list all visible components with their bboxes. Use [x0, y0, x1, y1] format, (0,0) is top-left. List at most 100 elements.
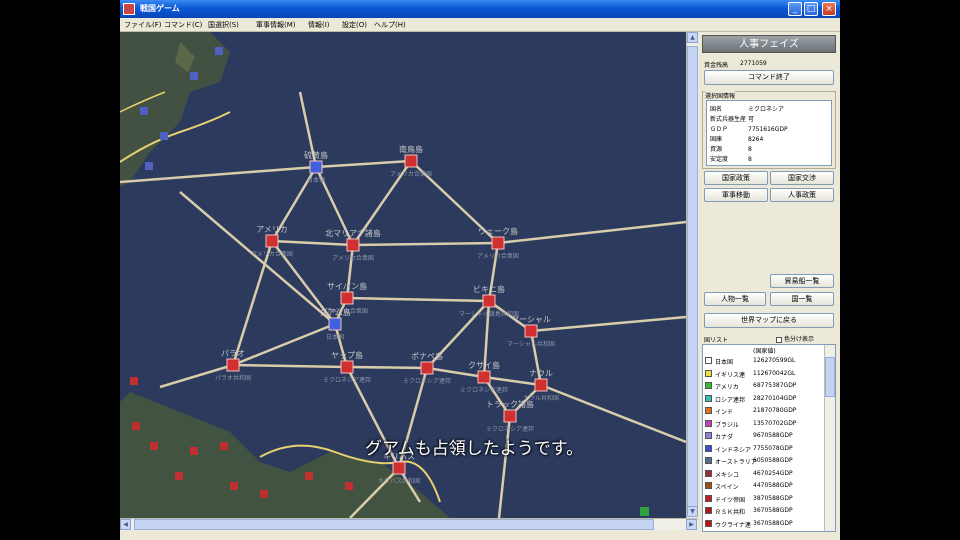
territory-marker[interactable] [346, 238, 360, 252]
landmass-japan [120, 32, 230, 187]
scroll-right-icon[interactable]: ▶ [686, 519, 697, 530]
color-display-label: 色分け表示 [784, 336, 815, 343]
country-name: イギリス連 [715, 371, 746, 379]
country-list-item[interactable]: ロシア連邦 28270104GDP [705, 393, 823, 405]
country-gdp: 68775387GDP [753, 382, 797, 389]
list-header-label: (国家値) [753, 348, 776, 355]
territory-node[interactable]: グアム島日本国 [319, 307, 350, 341]
title-bar[interactable]: 戦国ゲーム _ □ × [120, 0, 840, 18]
end-command-button[interactable]: コマンド終了 [704, 70, 834, 85]
country-list-scroll-thumb[interactable] [825, 357, 835, 397]
territory-marker[interactable] [226, 358, 240, 372]
menu-command[interactable]: コマンド(C) [164, 20, 202, 30]
territory-marker[interactable] [491, 236, 505, 250]
territory-marker[interactable] [340, 291, 354, 305]
scroll-thumb-horizontal[interactable] [134, 519, 654, 530]
territory-node[interactable]: マーシャルマーシャル共和国 [507, 315, 555, 348]
close-icon[interactable]: × [822, 2, 836, 16]
territory-owner: マーシャル諸島共和国 [459, 310, 519, 318]
country-list-item[interactable]: ドイツ帝国 3870588GDP [705, 493, 823, 505]
map-horizontal-scrollbar[interactable]: ◀ ▶ [120, 518, 698, 530]
country-list-item[interactable]: ブラジル 13570702GDP [705, 418, 823, 430]
territory-marker[interactable] [340, 360, 354, 374]
info-row: 国名 ミクロネシア [710, 104, 784, 113]
scroll-down-icon[interactable]: ▼ [687, 506, 698, 517]
info-key: 資源 [710, 146, 723, 153]
country-color-swatch [705, 469, 712, 477]
country-color-swatch [705, 394, 712, 402]
scroll-thumb[interactable] [687, 46, 698, 516]
window-title: 戦国ゲーム [140, 4, 180, 13]
country-gdp: 21870780GDP [753, 407, 797, 414]
scroll-left-icon[interactable]: ◀ [120, 519, 131, 530]
country-list-item[interactable]: ウクライナ連 3670588GDP [705, 518, 823, 530]
territory-marker[interactable] [420, 361, 434, 375]
country-list-item[interactable]: インドネシア 7755078GDP [705, 443, 823, 455]
strategy-map[interactable]: 硫黄島 日本領 南鳥島 アメリカ合衆国 アメリカ アメリカ合衆国 北マリアナ諸島 アメリカ合衆… [120, 32, 686, 518]
territory-marker[interactable] [524, 324, 538, 338]
territory-owner: 日本国 [326, 333, 344, 341]
territory-node[interactable]: クサイ島ミクロネシア連邦 [460, 360, 508, 394]
country-gdp: 3670588GDP [753, 519, 793, 527]
country-list-button[interactable]: 国一覧 [770, 292, 834, 306]
territory-node[interactable]: トラック諸島ミクロネシア連邦 [486, 399, 534, 433]
territory-marker[interactable] [309, 160, 323, 174]
map-vertical-scrollbar[interactable]: ▲ ▼ [686, 32, 698, 518]
country-list-item[interactable]: メキシコ 4670254GDP [705, 468, 823, 480]
territory-name: ヤップ島 [331, 350, 363, 360]
selected-country-info: 国名 ミクロネシア 新式兵器生産可 ＧＤＰ 7751616GDP 国庫 8264 資源 8 安定度… [706, 100, 832, 166]
person-list-button[interactable]: 人物一覧 [704, 292, 766, 306]
menu-info[interactable]: 情報(I) [308, 20, 330, 30]
territory-marker[interactable] [328, 317, 342, 331]
maximize-icon[interactable]: □ [804, 2, 818, 16]
country-list-item[interactable]: インド 21870780GDP [705, 405, 823, 417]
trade-ship-list-button[interactable]: 貿易船一覧 [770, 274, 834, 288]
territory-marker[interactable] [392, 461, 406, 475]
country-color-swatch [705, 382, 712, 389]
territory-marker[interactable] [477, 370, 491, 384]
country-list-item[interactable]: 日本国 126270599GL [705, 355, 823, 367]
menu-help[interactable]: ヘルプ(H) [374, 20, 406, 30]
country-list[interactable]: (国家値) 日本国 126270599GL イギリス連 112670042GL アメリカ… [702, 344, 836, 532]
country-name: インドネシア [715, 446, 752, 454]
diplomacy-button[interactable]: 国家交渉 [770, 171, 834, 185]
country-list-scrollbar[interactable] [824, 345, 835, 531]
funds-label: 資金残高 [704, 62, 729, 69]
checkbox-icon[interactable] [776, 336, 782, 343]
scroll-up-icon[interactable]: ▲ [687, 32, 698, 43]
country-list-item[interactable]: アメリカ 68775387GDP [705, 380, 823, 392]
country-list-item[interactable]: イギリス連 112670042GL [705, 368, 823, 380]
territory-name: 北マリアナ諸島 [325, 228, 381, 238]
personnel-policy-button[interactable]: 人事政策 [770, 188, 834, 202]
back-to-world-map-button[interactable]: 世界マップに戻る [704, 313, 834, 328]
country-color-swatch [705, 457, 712, 464]
territory-marker[interactable] [404, 154, 418, 168]
country-name: ブラジル [715, 421, 739, 429]
national-policy-button[interactable]: 国家政策 [704, 171, 768, 185]
minimize-icon[interactable]: _ [788, 2, 802, 16]
country-list-item[interactable]: スペイン 4470588GDP [705, 480, 823, 492]
country-list-item[interactable]: オーストラリア 6050588GDP [705, 455, 823, 467]
territory-name: ビキニ島 [473, 284, 505, 294]
territory-marker[interactable] [534, 378, 548, 392]
menu-settings[interactable]: 設定(O) [342, 20, 367, 30]
territory-node[interactable]: ナウルナウル共和国 [523, 369, 559, 402]
menu-file[interactable]: ファイル(F) [124, 20, 162, 30]
menu-country-select[interactable]: 国選択(S) [208, 20, 239, 30]
info-key: 新式兵器生産 [710, 116, 747, 123]
country-color-swatch [705, 432, 712, 439]
territory-marker[interactable] [482, 294, 496, 308]
country-list-item[interactable]: カナダ 9670588GDP [705, 430, 823, 442]
country-list-item[interactable]: ＲＳＫ共和 3670588GDP [705, 505, 823, 517]
color-display-checkbox[interactable]: 色分け表示 [776, 334, 814, 343]
side-panel: 人事フェイズ 資金残高 2771059 コマンド終了 選択国情報 国名 ミクロネシ… [700, 32, 836, 532]
territory-marker[interactable] [503, 409, 517, 423]
territory-owner: アメリカ合衆国 [251, 250, 293, 258]
menu-military-info[interactable]: 軍事情報(M) [256, 20, 296, 30]
country-name: カナダ [715, 434, 734, 441]
country-name: 日本国 [715, 359, 734, 366]
territory-marker[interactable] [265, 234, 279, 248]
country-name: メキシコ [715, 471, 740, 479]
country-name: スペイン [715, 484, 739, 491]
military-move-button[interactable]: 軍事移動 [704, 188, 768, 202]
